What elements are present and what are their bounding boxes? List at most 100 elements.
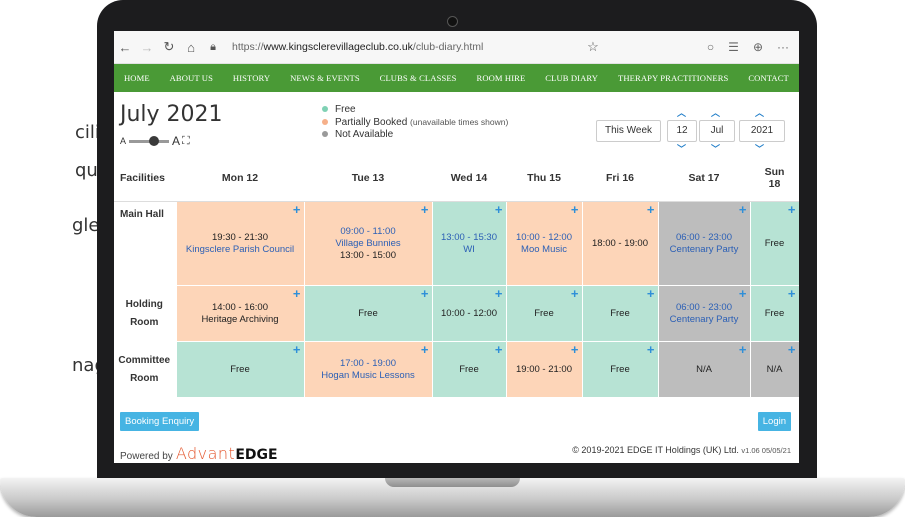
copyright-text: © 2019-2021 EDGE IT Holdings (UK) Ltd. bbox=[572, 445, 739, 455]
laptop-camera bbox=[447, 16, 458, 27]
add-booking-icon[interactable]: + bbox=[293, 287, 301, 300]
slot-holding-room-wed[interactable]: +10:00 - 12:00 bbox=[431, 285, 507, 342]
slot-committee-room-mon[interactable]: + Free bbox=[175, 341, 305, 398]
browser-toolbar: ← → ↻ ⌂ 🔒︎ https://www.kingsclerevillage… bbox=[114, 31, 799, 64]
expand-icon[interactable]: ⛶ bbox=[182, 135, 190, 148]
add-booking-icon[interactable]: + bbox=[739, 343, 747, 356]
slot-committee-room-fri[interactable]: + Free bbox=[581, 341, 659, 398]
add-booking-icon[interactable]: + bbox=[788, 287, 796, 300]
add-booking-icon[interactable]: + bbox=[495, 343, 503, 356]
slot-committee-room-tue[interactable]: +17:00 - 19:00 Hogan Music Lessons bbox=[303, 341, 433, 398]
nav-therapy[interactable]: THERAPY PRACTITIONERS bbox=[618, 73, 728, 83]
slot-holding-room-fri[interactable]: + Free bbox=[581, 285, 659, 342]
free-dot-icon bbox=[322, 106, 328, 113]
back-icon[interactable]: ← bbox=[114, 40, 136, 55]
legend-na: Not Available bbox=[335, 129, 394, 140]
collections-icon[interactable]: ⊕ bbox=[753, 40, 763, 54]
slot-main-hall-thu[interactable]: +10:00 - 12:00 Moo Music bbox=[505, 201, 583, 286]
slot-holding-room-sun[interactable]: + Free bbox=[749, 285, 799, 342]
event-link[interactable]: Centenary Party bbox=[660, 314, 749, 326]
slot-holding-room-mon[interactable]: +14:00 - 16:00 Heritage Archiving bbox=[175, 285, 305, 342]
version-text: v1.06 05/05/21 bbox=[741, 446, 791, 455]
facilities-header: Facilities bbox=[114, 155, 176, 202]
slot-holding-room-tue[interactable]: + Free bbox=[303, 285, 433, 342]
add-booking-icon[interactable]: + bbox=[421, 287, 429, 300]
slot-main-hall-sun[interactable]: + Free bbox=[749, 201, 799, 286]
forward-icon[interactable]: → bbox=[136, 40, 158, 55]
add-booking-icon[interactable]: + bbox=[293, 203, 301, 216]
add-booking-icon[interactable]: + bbox=[421, 203, 429, 216]
text-size-slider[interactable]: A A ⛶ bbox=[120, 134, 190, 148]
event-link[interactable]: Kingsclere Parish Council bbox=[178, 244, 303, 256]
zoom-slider-track[interactable] bbox=[129, 135, 170, 146]
day-up-icon[interactable]: ︿ bbox=[677, 106, 686, 119]
event-link[interactable]: Hogan Music Lessons bbox=[306, 370, 431, 382]
favorite-star-icon[interactable]: ☆ bbox=[582, 39, 604, 55]
advantedge-logo-part2[interactable]: EDGE bbox=[235, 447, 277, 463]
event-link[interactable]: Centenary Party bbox=[660, 244, 749, 256]
nav-history[interactable]: HISTORY bbox=[233, 73, 270, 83]
add-booking-icon[interactable]: + bbox=[739, 203, 747, 216]
event-link[interactable]: Village Bunnies bbox=[306, 238, 431, 250]
login-button[interactable]: Login bbox=[757, 412, 791, 431]
add-booking-icon[interactable]: + bbox=[571, 203, 579, 216]
day-field[interactable]: 12 bbox=[667, 120, 697, 142]
slot-holding-room-thu[interactable]: + Free bbox=[505, 285, 583, 342]
table-row-committee-room: Committee Room + Free +17:00 - 19:00 Hogan … bbox=[114, 341, 799, 398]
add-booking-icon[interactable]: + bbox=[495, 287, 503, 300]
event-link[interactable]: Moo Music bbox=[508, 244, 581, 256]
slot-committee-room-sun[interactable]: + N/A bbox=[749, 341, 799, 398]
add-booking-icon[interactable]: + bbox=[788, 203, 796, 216]
year-down-icon[interactable]: ﹀ bbox=[755, 142, 764, 155]
add-booking-icon[interactable]: + bbox=[495, 203, 503, 216]
month-field[interactable]: Jul bbox=[699, 120, 735, 142]
nav-contact[interactable]: CONTACT bbox=[748, 73, 789, 83]
nav-clubs-classes[interactable]: CLUBS & CLASSES bbox=[380, 73, 457, 83]
calendar-header: July 2021 A A ⛶ Free Partially Booked (u… bbox=[114, 92, 799, 155]
diary-table: Facilities Mon 12 Tue 13 Wed 14 Thu 15 F… bbox=[114, 155, 799, 398]
profile-icon[interactable]: ○ bbox=[707, 40, 714, 54]
favorites-icon[interactable]: ☰ bbox=[728, 40, 739, 54]
nav-news-events[interactable]: NEWS & EVENTS bbox=[290, 73, 360, 83]
legend-free: Free bbox=[335, 104, 356, 115]
add-booking-icon[interactable]: + bbox=[571, 287, 579, 300]
month-up-icon[interactable]: ︿ bbox=[711, 106, 720, 119]
month-down-icon[interactable]: ﹀ bbox=[711, 142, 720, 155]
refresh-icon[interactable]: ↻ bbox=[158, 39, 180, 55]
address-bar[interactable]: https://www.kingsclerevillageclub.co.uk/… bbox=[232, 41, 552, 53]
slot-committee-room-wed[interactable]: + Free bbox=[431, 341, 507, 398]
slot-holding-room-sat[interactable]: +06:00 - 23:00 Centenary Party bbox=[657, 285, 751, 342]
slot-committee-room-thu[interactable]: +19:00 - 21:00 bbox=[505, 341, 583, 398]
zoom-slider-knob[interactable] bbox=[149, 135, 160, 146]
add-booking-icon[interactable]: + bbox=[293, 343, 301, 356]
slot-main-hall-fri[interactable]: +18:00 - 19:00 bbox=[581, 201, 659, 286]
add-booking-icon[interactable]: + bbox=[571, 343, 579, 356]
this-week-button[interactable]: This Week bbox=[596, 120, 661, 142]
nav-club-diary[interactable]: CLUB DIARY bbox=[545, 73, 598, 83]
year-up-icon[interactable]: ︿ bbox=[755, 106, 764, 119]
add-booking-icon[interactable]: + bbox=[421, 343, 429, 356]
slot-main-hall-mon[interactable]: +19:30 - 21:30 Kingsclere Parish Council bbox=[175, 201, 305, 286]
add-booking-icon[interactable]: + bbox=[647, 203, 655, 216]
nav-home[interactable]: HOME bbox=[124, 73, 150, 83]
slot-main-hall-wed[interactable]: +13:00 - 15:30 WI bbox=[431, 201, 507, 286]
add-booking-icon[interactable]: + bbox=[647, 287, 655, 300]
add-booking-icon[interactable]: + bbox=[739, 287, 747, 300]
event-link[interactable]: WI bbox=[434, 244, 505, 256]
facility-holding-room: Holding Room bbox=[114, 285, 177, 342]
nav-room-hire[interactable]: ROOM HIRE bbox=[476, 73, 525, 83]
add-booking-icon[interactable]: + bbox=[788, 343, 796, 356]
booking-enquiry-button[interactable]: Booking Enquiry bbox=[120, 412, 200, 431]
slot-committee-room-sat[interactable]: + N/A bbox=[657, 341, 751, 398]
home-icon[interactable]: ⌂ bbox=[180, 40, 202, 55]
slot-main-hall-sat[interactable]: +06:00 - 23:00 Centenary Party bbox=[657, 201, 751, 286]
url-domain: www.kingsclerevillageclub.co.uk bbox=[263, 41, 413, 53]
nav-about-us[interactable]: ABOUT US bbox=[170, 73, 213, 83]
advantedge-logo-part1[interactable]: Advant bbox=[176, 444, 236, 463]
year-field[interactable]: 2021 bbox=[739, 120, 785, 142]
add-booking-icon[interactable]: + bbox=[647, 343, 655, 356]
more-icon[interactable]: ··· bbox=[777, 40, 789, 54]
facility-committee-room: Committee Room bbox=[114, 341, 177, 398]
day-down-icon[interactable]: ﹀ bbox=[677, 142, 686, 155]
slot-main-hall-tue[interactable]: +09:00 - 11:00 Village Bunnies 13:00 - 15:… bbox=[303, 201, 433, 286]
